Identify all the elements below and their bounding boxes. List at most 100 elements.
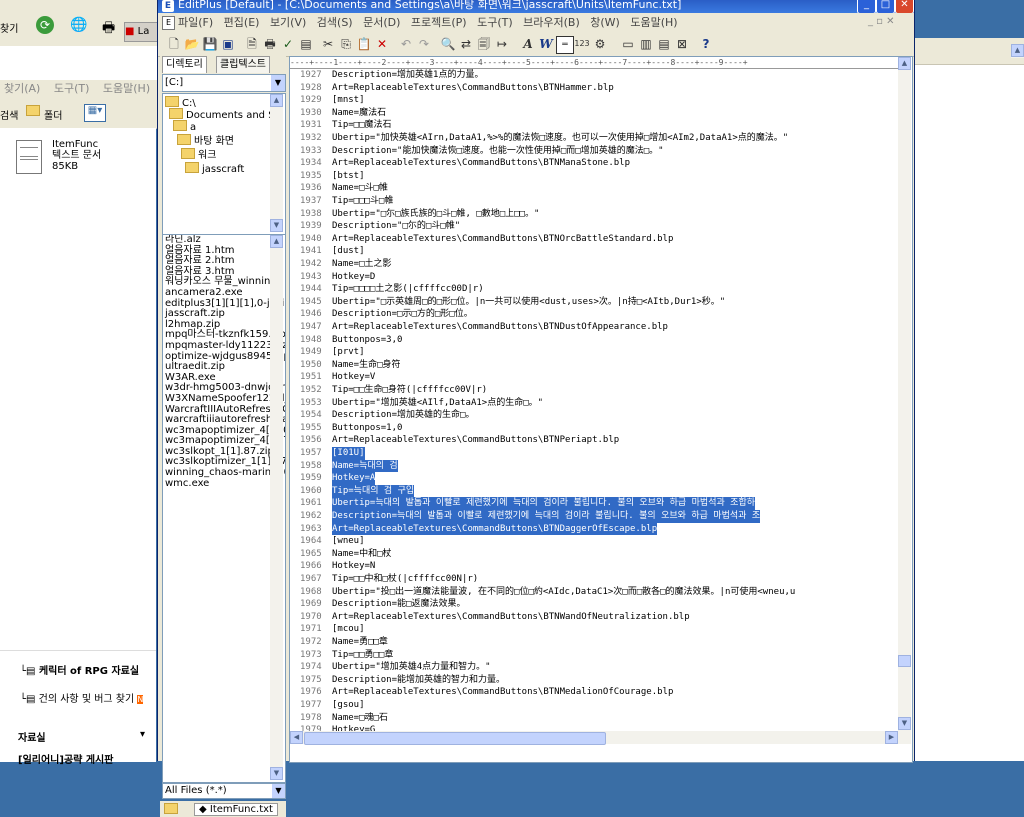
code-line[interactable]: [mnst]	[332, 94, 365, 107]
code-line[interactable]: Description=增加英雄的生命□。	[332, 409, 474, 422]
bg-search-button[interactable]: 검색	[0, 107, 18, 122]
drive-select[interactable]: [C:] ▼	[162, 74, 286, 92]
doc-tab-itemfunc[interactable]: ◆ ItemFunc.txt	[194, 803, 278, 816]
redo-icon[interactable]: ↷	[416, 36, 432, 52]
code-line[interactable]: [mcou]	[332, 623, 365, 636]
code-line[interactable]: Hotkey=D	[332, 271, 375, 284]
paste-icon[interactable]: 📋	[356, 36, 372, 52]
code-line[interactable]: Ubertip="□尓□族氏族的□斗□帷, □數地□上□□。"	[332, 208, 539, 221]
folder-icon[interactable]	[26, 105, 43, 118]
menu-file[interactable]: 파일(F)	[178, 13, 213, 32]
code-line[interactable]: Ubertip="投□出一道魔法能量波, 在不同的□位□約<AIdc,DataC…	[332, 586, 795, 599]
background-search-label[interactable]: 찾기	[0, 20, 18, 35]
file-list-item[interactable]: 라딘.alz	[163, 235, 285, 246]
scroll-thumb[interactable]	[898, 655, 911, 667]
code-line[interactable]: Ubertip="加快英雄<AIrn,DataA1,%>%的魔法恢□速度。也可以…	[332, 132, 788, 145]
tab-cliptext[interactable]: 클립텍스트	[216, 56, 270, 73]
folder-a[interactable]: a	[173, 120, 196, 134]
code-line[interactable]: Ubertip="增加英雄<AIlf,DataA1>点的生命□。"	[332, 397, 543, 410]
cut-icon[interactable]: ✂	[320, 36, 336, 52]
minimize-button[interactable]: _	[857, 0, 876, 13]
code-line[interactable]: Art=ReplaceableTextures\CommandButtons\B…	[332, 611, 690, 624]
code-line[interactable]: Tip=□□魔法石	[332, 119, 392, 132]
code-line[interactable]: [I01U]	[332, 447, 365, 460]
code-line[interactable]: Name=□斗□帷	[332, 182, 388, 195]
refresh-icon[interactable]: ⟳	[36, 16, 54, 34]
code-line[interactable]: Name=□土之影	[332, 258, 392, 271]
spellcheck-icon[interactable]: ✓	[280, 36, 296, 52]
sidebar-board[interactable]: [일리어니]공략 게시판	[18, 751, 113, 766]
code-line[interactable]: Description=增加英雄1点的力量。	[332, 69, 483, 82]
settings-icon[interactable]: ⚙	[592, 36, 608, 52]
replace-icon[interactable]: ⇄	[458, 36, 474, 52]
code-line[interactable]: Hotkey=N	[332, 560, 375, 573]
code-line[interactable]: Name=生命□身符	[332, 359, 401, 372]
font-icon[interactable]: A	[520, 36, 536, 52]
ruler-icon[interactable]: ═	[556, 36, 574, 54]
tree-scrollbar[interactable]: ▲ ▼	[270, 94, 283, 232]
tile-icon[interactable]: ▥	[638, 36, 654, 52]
code-line[interactable]: Description="□尓的□斗□帷"	[332, 220, 460, 233]
chevron-down-icon[interactable]: ▾	[140, 729, 145, 740]
file-list-item[interactable]: ancamera2.exe	[163, 287, 285, 299]
folder-work[interactable]: 워크	[181, 148, 216, 162]
code-line[interactable]: Tip=□□中和□杖(|cffffcc00N|r)	[332, 573, 478, 586]
sidebar-section[interactable]: 자료실	[18, 729, 46, 744]
menu-window[interactable]: 창(W)	[590, 13, 620, 32]
cascade-icon[interactable]: ▤	[656, 36, 672, 52]
code-line[interactable]: Ubertip="□示英雄周□的□形□位。|n一共可以使用<dust,uses>…	[332, 296, 725, 309]
open-icon[interactable]: 📂	[184, 36, 200, 52]
word-wrap-icon[interactable]: W	[538, 36, 554, 52]
sidebar-link-rpg[interactable]: └▤ 케릭터 of RPG 자료실	[20, 665, 154, 678]
menu-edit[interactable]: 편집(E)	[224, 13, 260, 32]
code-line[interactable]: Description=늑대의 발톱과 이빨로 제련했기에 늑대의 검이라 불립…	[332, 510, 761, 523]
find-in-files-icon[interactable]: 🗐	[476, 36, 492, 52]
menu-help[interactable]: 도움말(H)	[630, 13, 677, 32]
maximize-button[interactable]: □	[876, 0, 895, 13]
document-icon[interactable]: E	[162, 16, 175, 30]
menu-browser[interactable]: 브라우저(B)	[523, 13, 580, 32]
internet-icon[interactable]: 🌐	[70, 17, 87, 33]
bg-menu-item[interactable]: 도구(T)	[54, 82, 90, 95]
code-line[interactable]: Description="能加快魔法恢□速度。也能一次性使用掉□而□增加英雄的魔…	[332, 145, 664, 158]
code-line[interactable]: [gsou]	[332, 699, 365, 712]
code-line[interactable]: Name=中和□杖	[332, 548, 392, 561]
code-line[interactable]: Ubertip="增加英雄4点力量和智力。"	[332, 661, 491, 674]
code-line[interactable]: [wneu]	[332, 535, 365, 548]
text-editor[interactable]: ----+----1----+----2----+----3----+----4…	[289, 56, 913, 763]
doc-window-controls[interactable]: _ ▫ ✕	[868, 16, 895, 27]
sidebar-link-bugs[interactable]: └▤ 건의 사항 및 버그 찾기 N	[20, 693, 154, 706]
bg-folder-button[interactable]: 폴더	[44, 107, 62, 122]
file-list-item[interactable]: wmc.exe	[163, 478, 285, 490]
undo-icon[interactable]: ↶	[398, 36, 414, 52]
scroll-thumb[interactable]	[304, 732, 606, 745]
bg-menu-item[interactable]: 도움말(H)	[103, 82, 150, 95]
file-item[interactable]: ItemFunc 텍스트 문서 85KB	[52, 139, 101, 172]
menu-project[interactable]: 프로젝트(P)	[411, 13, 467, 32]
browser-icon[interactable]: ▤	[298, 36, 314, 52]
code-line[interactable]: Art=ReplaceableTextures\CommandButtons\B…	[332, 233, 673, 246]
window-icon[interactable]: ▭	[620, 36, 636, 52]
code-line[interactable]: Tip=□□□□土之影(|cffffcc00D|r)	[332, 283, 484, 296]
code-line[interactable]: Art=ReplaceableTextures\CommandButtons\B…	[332, 434, 619, 447]
text-file-icon[interactable]	[16, 140, 42, 174]
code-line[interactable]: Buttonpos=3,0	[332, 334, 402, 347]
vertical-scrollbar[interactable]: ▲ ▼	[898, 57, 911, 744]
new-file-icon[interactable]: 🗋	[166, 36, 182, 52]
code-line[interactable]: Tip=□□生命□身符(|cffffcc00V|r)	[332, 384, 487, 397]
file-list-item[interactable]: mpqmaster-ldy112233.zip	[163, 340, 285, 352]
code-line[interactable]: Name=魔法石	[332, 107, 386, 120]
close-window-icon[interactable]: ⊠	[674, 36, 690, 52]
folder-jasscraft[interactable]: jasscraft	[185, 162, 244, 176]
code-line[interactable]: [prvt]	[332, 346, 365, 359]
folder-desktop[interactable]: 바탕 화면	[177, 134, 234, 148]
scroll-up-button[interactable]: ▲	[1011, 44, 1024, 58]
print-icon[interactable]: 🖶	[262, 36, 278, 52]
code-line[interactable]: Art=ReplaceableTextures\CommandButtons\B…	[332, 522, 658, 536]
code-line[interactable]: Tip=늑대의 검 구입	[332, 484, 415, 498]
code-line[interactable]: Art=ReplaceableTextures\CommandButtons\B…	[332, 686, 673, 699]
save-icon[interactable]: 💾	[202, 36, 218, 52]
code-line[interactable]: Description=能增加英雄的智力和力量。	[332, 674, 505, 687]
code-area[interactable]: Description=增加英雄1点的力量。 Art=ReplaceableTex…	[332, 69, 898, 731]
close-button[interactable]: ✕	[895, 0, 914, 13]
